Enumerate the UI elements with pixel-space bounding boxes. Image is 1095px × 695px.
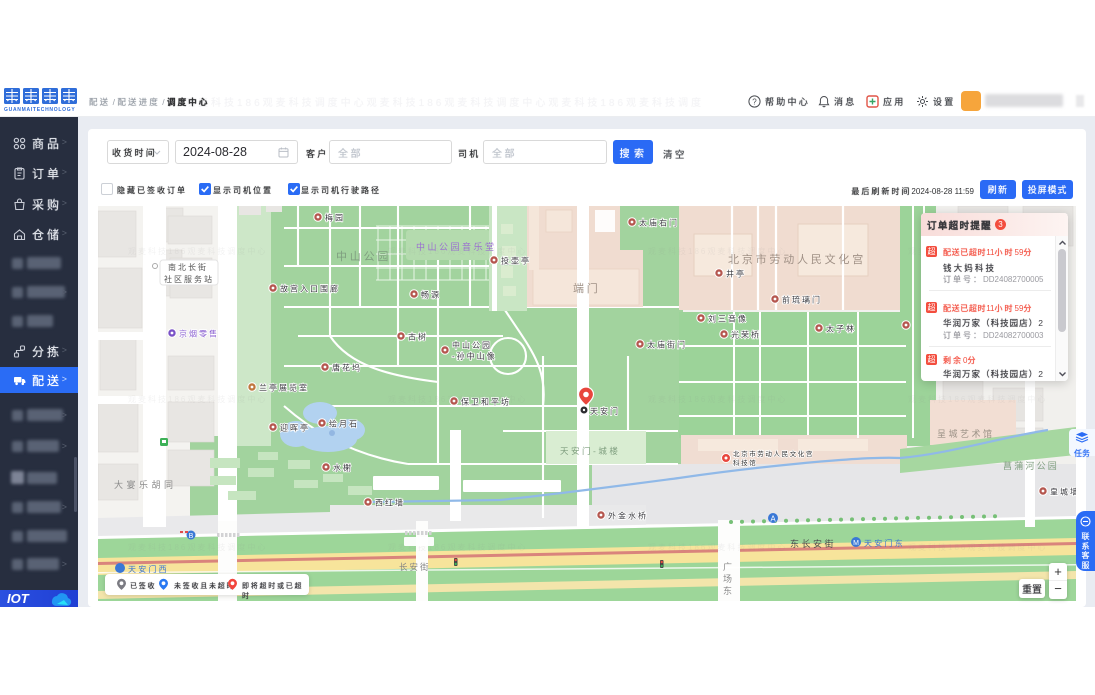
svg-text:?: ?: [752, 97, 757, 106]
svg-text:端门: 端门: [573, 281, 601, 295]
svg-text:南北长街: 南北长街: [168, 262, 208, 272]
svg-text:科技馆: 科技馆: [733, 458, 757, 467]
svg-text:A: A: [770, 515, 776, 524]
svg-text:故宫入口围廊: 故宫入口围廊: [280, 284, 340, 294]
svg-text:观麦科技186观麦科技调度中心: 观麦科技186观麦科技调度中心: [908, 542, 1047, 552]
svg-text:梅园: 梅园: [325, 213, 345, 223]
svg-text:观麦科技186观麦科技调度中心: 观麦科技186观麦科技调度中心: [128, 542, 267, 552]
svg-text:中山公园: 中山公园: [336, 250, 391, 263]
svg-text:皇城墙: 皇城墙: [1050, 487, 1076, 497]
svg-text:绘月石: 绘月石: [329, 419, 359, 429]
svg-text:刘三音像: 刘三音像: [708, 314, 748, 324]
svg-text:外金水桥: 外金水桥: [608, 511, 648, 521]
svg-text:北京市劳动人民文化宫: 北京市劳动人民文化宫: [733, 449, 814, 458]
svg-text:畅源: 畅源: [421, 290, 441, 300]
svg-text:兰亭展览室: 兰亭展览室: [259, 383, 309, 393]
svg-text:前琉璃门: 前琉璃门: [782, 295, 822, 305]
svg-text:大宴乐胡同: 大宴乐胡同: [114, 479, 177, 490]
svg-text:观麦科技186观麦科技调度中心: 观麦科技186观麦科技调度中心: [648, 542, 787, 552]
svg-text:M: M: [853, 540, 859, 547]
svg-text:投壶亭: 投壶亭: [501, 256, 531, 266]
svg-text:天安门西: 天安门西: [128, 564, 169, 574]
svg-text:-孙中山像: -孙中山像: [452, 351, 497, 361]
svg-text:太子林: 太子林: [826, 324, 856, 334]
svg-text:天安门: 天安门: [590, 406, 620, 416]
svg-text:长安街: 长安街: [399, 562, 431, 572]
svg-text:中山公园: 中山公园: [452, 340, 492, 350]
svg-text:观麦科技186观麦科技调度中心: 观麦科技186观麦科技调度中心: [128, 246, 267, 256]
svg-text:光荣桥: 光荣桥: [731, 330, 761, 340]
svg-text:观麦科技186观麦科技调度中心: 观麦科技186观麦科技调度中心: [648, 394, 787, 404]
svg-text:观麦科技186观麦科技调度中心: 观麦科技186观麦科技调度中心: [908, 394, 1047, 404]
svg-text:观麦科技186观麦科技调度中心: 观麦科技186观麦科技调度中心: [648, 246, 787, 256]
svg-text:广: 广: [723, 561, 732, 572]
svg-text:天安门-城楼: 天安门-城楼: [560, 446, 620, 456]
svg-text:观麦科技186观麦科技调度中心: 观麦科技186观麦科技调度中心: [388, 394, 527, 404]
svg-text:井亭: 井亭: [726, 269, 746, 279]
svg-text:呈城艺术馆: 呈城艺术馆: [937, 428, 995, 439]
svg-text:水榭: 水榭: [333, 463, 353, 473]
svg-text:场: 场: [723, 574, 732, 584]
svg-text:天安门东: 天安门东: [864, 538, 905, 548]
svg-text:西红墙: 西红墙: [375, 498, 405, 508]
svg-text:东长安街: 东长安街: [790, 538, 836, 549]
svg-text:迎晖亭: 迎晖亭: [280, 423, 310, 433]
svg-text:菖蒲河公园: 菖蒲河公园: [1003, 460, 1059, 471]
svg-text:太庙街门: 太庙街门: [647, 340, 687, 350]
svg-text:古树: 古树: [408, 332, 428, 342]
svg-text:社区服务站: 社区服务站: [164, 274, 214, 284]
svg-text:太庙右门: 太庙右门: [639, 218, 679, 228]
svg-text:唐花坞: 唐花坞: [332, 363, 362, 373]
svg-text:东: 东: [723, 585, 732, 596]
svg-text:观麦科技186观麦科技调度中心: 观麦科技186观麦科技调度中心: [388, 246, 527, 256]
svg-text:B: B: [189, 533, 194, 540]
svg-text:观麦科技186观麦科技调度中心: 观麦科技186观麦科技调度中心: [128, 394, 267, 404]
svg-text:京烟零售: 京烟零售: [179, 329, 219, 339]
